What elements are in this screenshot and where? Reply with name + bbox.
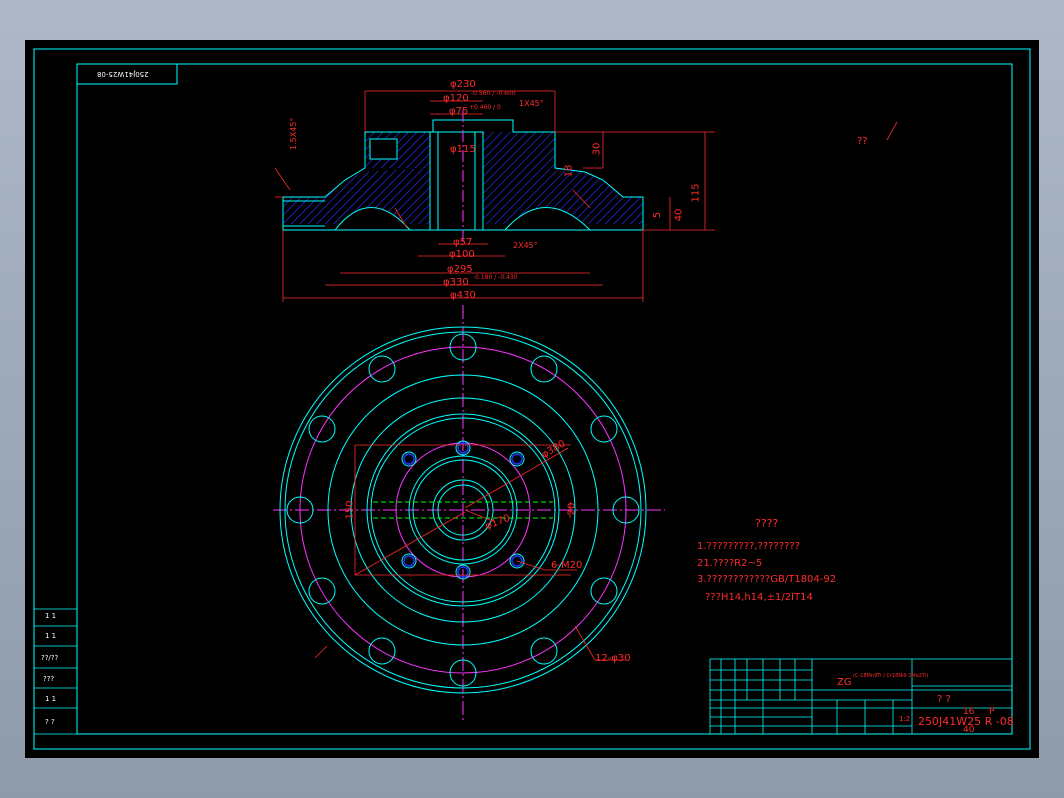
dim-h18: 18: [563, 164, 575, 178]
left-strip-r4: ???: [43, 675, 55, 683]
dim-d75-tol: +0.460 / 0: [469, 104, 501, 111]
weight: 40: [963, 725, 975, 735]
dim-d330: φ330: [443, 277, 469, 288]
left-strip-r5: 1 1: [45, 695, 57, 703]
dim-d75: φ75: [449, 106, 469, 117]
dim-h5: 5: [652, 211, 664, 219]
scale: 1:2: [899, 715, 911, 723]
sheet: P: [989, 707, 995, 717]
dim-chamfer-2x45: 2X45°: [513, 241, 538, 250]
corner-code: 250J41W25-08: [97, 70, 149, 78]
dim-chamfer-1x45: 1X45°: [519, 99, 544, 108]
dim-d20: 20: [566, 502, 578, 516]
material: ZG: [837, 677, 852, 688]
roughness-symbol: ??: [857, 136, 868, 147]
left-strip-r2: 1 1: [45, 632, 57, 640]
dim-d330-tol: -0.180 / -0.430: [473, 274, 518, 281]
dim-d230: φ230: [450, 79, 476, 90]
note-line-3: 3.????????????GB/T1804-92: [697, 574, 837, 585]
dim-h30: 30: [591, 142, 603, 156]
note-line-2: 21.????R2~5: [697, 558, 763, 569]
left-strip-r3: ??/??: [41, 654, 59, 662]
dim-h40: 40: [673, 208, 685, 222]
dim-d100: φ100: [449, 249, 475, 260]
notes-title: ????: [755, 517, 779, 530]
dim-d295: φ295: [447, 264, 473, 275]
quantity: 16: [963, 707, 975, 717]
dim-d150: 150: [344, 500, 356, 520]
dim-d120: φ120: [443, 93, 469, 104]
cad-viewport[interactable]: 250J41W25-08 φ230 φ120 -0.560 / -0.600 φ…: [25, 40, 1039, 758]
dim-d57: φ57: [453, 237, 473, 248]
engineering-drawing: [33, 48, 1031, 750]
part-name: ? ?: [937, 694, 951, 705]
dim-d120-tol: -0.560 / -0.600: [471, 90, 516, 97]
dim-d430: φ430: [450, 290, 476, 301]
dim-h115: 115: [690, 183, 702, 203]
material-sub: (C-18Mn9Ti / Cr18Ni9 2Mo2Ti): [853, 673, 929, 679]
dim-d115: φ115: [450, 144, 476, 155]
dim-holes-12d30: 12-φ30: [595, 653, 631, 664]
dim-holes-6m20: 6-M20: [551, 560, 583, 571]
left-strip-r1: 1 1: [45, 612, 57, 620]
section-view: [282, 110, 644, 245]
left-strip-r6: ? ?: [45, 718, 55, 726]
left-info-strip: [34, 608, 77, 735]
note-line-4: ???H14,h14,±1/2IT14: [705, 592, 813, 603]
dim-chamfer-15x45: 1.5X45°: [289, 117, 298, 150]
note-line-1: 1.?????????,????????: [697, 541, 800, 552]
